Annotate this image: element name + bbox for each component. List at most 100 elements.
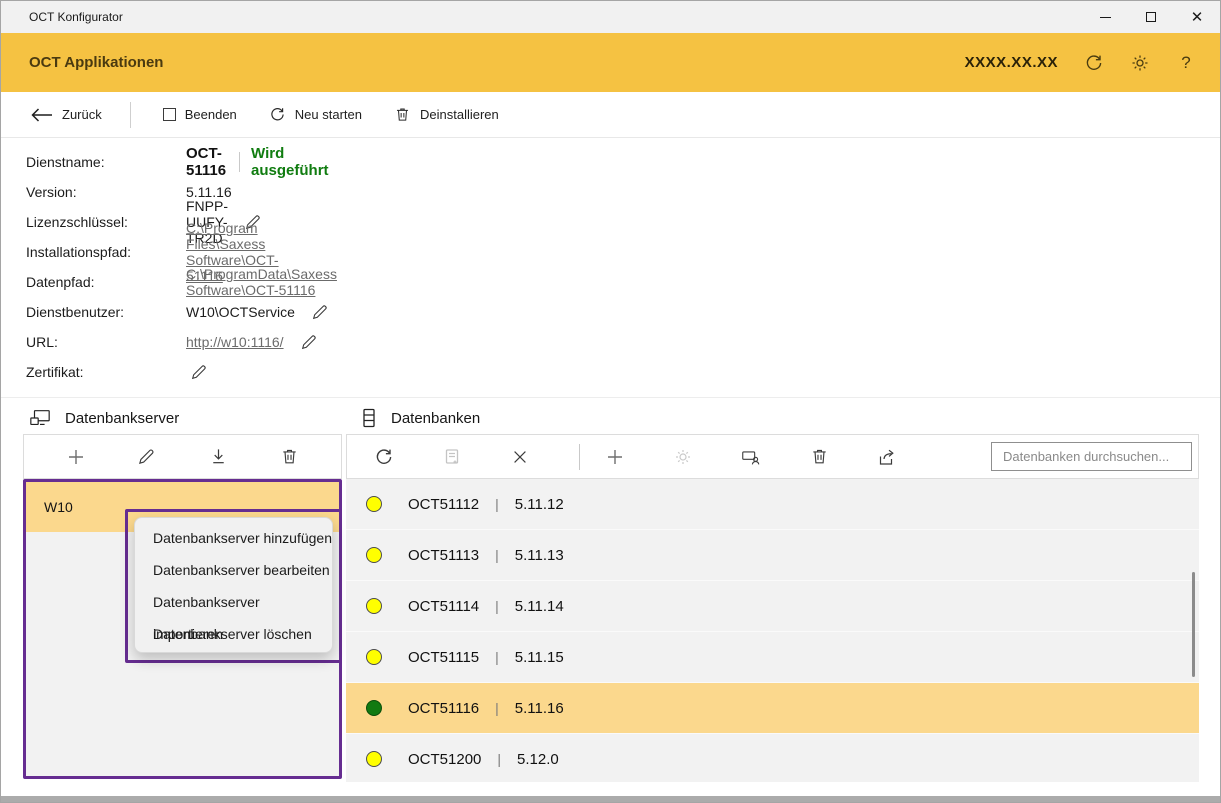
status-dot xyxy=(366,496,382,512)
data-path-link[interactable]: C:\ProgramData\Saxess Software\OCT-51116 xyxy=(186,266,337,298)
back-label: Zurück xyxy=(62,107,102,122)
close-icon: ✕ xyxy=(1191,10,1204,25)
server-icon xyxy=(29,408,51,428)
database-list-item[interactable]: OCT51114 | 5.11.14 xyxy=(346,581,1199,631)
status-divider xyxy=(239,152,240,172)
menu-item-import-server[interactable]: Datenbankserver importieren xyxy=(135,586,332,618)
database-version: 5.11.16 xyxy=(515,700,564,717)
service-status: Wird ausgeführt xyxy=(251,145,329,179)
database-name: OCT51116 xyxy=(408,700,479,717)
server-toolbar xyxy=(23,434,342,479)
scrollbar-thumb[interactable] xyxy=(1192,572,1195,677)
uninstall-label: Deinstallieren xyxy=(420,107,499,122)
install-path-label: Installationspfad: xyxy=(26,244,176,260)
database-list-item[interactable]: OCT51200 | 5.12.0 xyxy=(346,734,1199,782)
import-server-icon[interactable] xyxy=(207,446,229,468)
context-menu: Datenbankserver hinzufügen Datenbankserv… xyxy=(134,517,333,653)
add-database-icon[interactable] xyxy=(604,446,626,468)
command-bar: Zurück Beenden Neu starten Deinstalliere… xyxy=(1,92,1220,138)
database-name: OCT51112 xyxy=(408,496,479,513)
stop-icon xyxy=(163,108,176,121)
menu-item-delete-server[interactable]: Datenbankserver löschen xyxy=(135,618,332,650)
url-link[interactable]: http://w10:1116/ xyxy=(186,334,284,350)
edit-server-icon[interactable] xyxy=(136,446,158,468)
restart-service-button[interactable]: Neu starten xyxy=(269,106,362,123)
minimize-icon xyxy=(1100,17,1111,18)
search-input[interactable] xyxy=(991,442,1192,471)
database-list-item[interactable]: OCT51113 | 5.11.13 xyxy=(346,530,1199,580)
window-bottom-border xyxy=(1,796,1220,802)
database-list-item[interactable]: OCT51112 | 5.11.12 xyxy=(346,479,1199,529)
share-database-icon[interactable] xyxy=(876,446,898,468)
service-name-value: OCT-51116 xyxy=(186,145,227,179)
database-toolbar xyxy=(346,434,1199,479)
maximize-icon xyxy=(1146,12,1156,22)
copy-database-icon[interactable] xyxy=(441,446,463,468)
section-divider xyxy=(1,397,1220,398)
database-list-item-selected[interactable]: OCT51116 | 5.11.16 xyxy=(346,683,1199,733)
stop-service-button[interactable]: Beenden xyxy=(163,107,237,122)
status-dot xyxy=(366,700,382,716)
license-key-label: Lizenzschlüssel: xyxy=(26,214,176,230)
version-label: Version: xyxy=(26,184,176,200)
back-button[interactable]: Zurück xyxy=(31,107,102,122)
edit-url-button[interactable] xyxy=(300,333,318,351)
stop-label: Beenden xyxy=(185,107,237,122)
database-list-item[interactable]: OCT51115 | 5.11.15 xyxy=(346,632,1199,682)
database-name: OCT51113 xyxy=(408,547,479,564)
database-version: 5.12.0 xyxy=(517,751,559,768)
database-settings-icon[interactable] xyxy=(672,446,694,468)
certificate-label: Zertifikat: xyxy=(26,364,176,380)
minimize-button[interactable] xyxy=(1082,1,1128,33)
delete-database-icon[interactable] xyxy=(808,446,830,468)
add-server-icon[interactable] xyxy=(65,446,87,468)
database-icon xyxy=(361,408,377,428)
app-window: OCT Konfigurator ✕ OCT Applikationen XXX… xyxy=(0,0,1221,803)
server-name: W10 xyxy=(44,499,73,515)
menu-item-add-server[interactable]: Datenbankserver hinzufügen xyxy=(135,522,332,554)
service-name-label: Dienstname: xyxy=(26,154,176,170)
service-user-label: Dienstbenutzer: xyxy=(26,304,176,320)
name-version-separator: | xyxy=(495,496,499,512)
database-name: OCT51114 xyxy=(408,598,479,615)
refresh-icon[interactable] xyxy=(1084,53,1104,73)
restart-label: Neu starten xyxy=(295,107,362,122)
app-header: OCT Applikationen XXXX.XX.XX ? xyxy=(1,33,1220,92)
titlebar: OCT Konfigurator ✕ xyxy=(1,1,1220,33)
refresh-databases-icon[interactable] xyxy=(373,446,395,468)
header-actions: XXXX.XX.XX ? xyxy=(965,33,1196,92)
uninstall-button[interactable]: Deinstallieren xyxy=(394,106,499,123)
help-icon[interactable]: ? xyxy=(1176,53,1196,73)
close-button[interactable]: ✕ xyxy=(1174,1,1220,33)
settings-gear-icon[interactable] xyxy=(1130,53,1150,73)
status-dot xyxy=(366,649,382,665)
delete-server-icon[interactable] xyxy=(278,446,300,468)
status-dot xyxy=(366,751,382,767)
database-panel-title: Datenbanken xyxy=(391,410,480,427)
cancel-icon[interactable] xyxy=(509,446,531,468)
maximize-button[interactable] xyxy=(1128,1,1174,33)
database-version: 5.11.15 xyxy=(515,649,564,666)
server-panel-header: Datenbankserver xyxy=(29,403,179,433)
database-panel-header: Datenbanken xyxy=(361,403,480,433)
app-version-placeholder: XXXX.XX.XX xyxy=(965,54,1058,71)
database-version: 5.11.12 xyxy=(515,496,564,513)
database-list: OCT51112 | 5.11.12 OCT51113 | 5.11.13 OC… xyxy=(346,479,1199,782)
trash-icon xyxy=(394,106,411,123)
name-version-separator: | xyxy=(495,649,499,665)
back-arrow-icon xyxy=(31,108,53,122)
service-user-value: W10\OCTService xyxy=(186,304,295,320)
server-panel-title: Datenbankserver xyxy=(65,410,179,427)
database-users-icon[interactable] xyxy=(740,446,762,468)
database-name: OCT51115 xyxy=(408,649,479,666)
edit-service-user-button[interactable] xyxy=(311,303,329,321)
edit-certificate-button[interactable] xyxy=(190,363,208,381)
restart-icon xyxy=(269,106,286,123)
name-version-separator: | xyxy=(495,700,499,716)
window-controls: ✕ xyxy=(1082,1,1220,33)
context-menu-highlight: Datenbankserver hinzufügen Datenbankserv… xyxy=(125,509,342,663)
menu-item-edit-server[interactable]: Datenbankserver bearbeiten xyxy=(135,554,332,586)
name-version-separator: | xyxy=(497,751,501,767)
command-bar-divider xyxy=(130,102,131,128)
data-path-label: Datenpfad: xyxy=(26,274,176,290)
